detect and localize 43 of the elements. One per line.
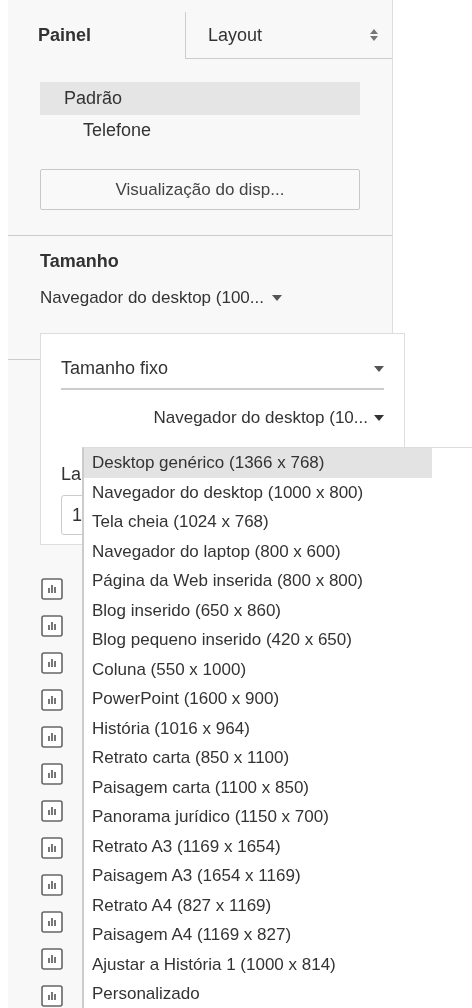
menu-item[interactable]: Página da Web inserida (800 x 800) bbox=[84, 566, 382, 596]
bar-chart-icon bbox=[41, 874, 63, 896]
preset-dropdown[interactable]: Navegador do desktop (10... bbox=[61, 408, 384, 428]
caret-icon bbox=[374, 415, 384, 421]
menu-item[interactable]: Personalizado bbox=[84, 979, 382, 1008]
menu-item[interactable]: Blog pequeno inserido (420 x 650) bbox=[84, 625, 382, 655]
menu-item[interactable]: Desktop genérico (1366 x 768) bbox=[84, 448, 432, 478]
menu-item[interactable]: Retrato A3 (1169 x 1654) bbox=[84, 831, 382, 861]
menu-item[interactable]: Navegador do laptop (800 x 600) bbox=[84, 536, 382, 566]
bar-chart-icon bbox=[41, 800, 63, 822]
section-title: Tamanho bbox=[40, 251, 119, 272]
menu-item[interactable]: História (1016 x 964) bbox=[84, 713, 382, 743]
bar-chart-icon bbox=[41, 726, 63, 748]
device-preview-button[interactable]: Visualização do disp... bbox=[40, 169, 360, 210]
menu-item[interactable]: Blog inserido (650 x 860) bbox=[84, 595, 382, 625]
tab[interactable]: Layout bbox=[185, 12, 392, 59]
bar-chart-icon bbox=[41, 763, 63, 785]
menu-item[interactable]: Panorama jurídico (1150 x 700) bbox=[84, 802, 382, 832]
caret-icon bbox=[272, 295, 282, 301]
device-item[interactable]: Padrão bbox=[40, 82, 360, 115]
bar-chart-icon bbox=[41, 652, 63, 674]
menu-item[interactable]: Ajustar a História 1 (1000 x 814) bbox=[84, 949, 382, 979]
menu-item[interactable]: Paisagem carta (1100 x 850) bbox=[84, 772, 382, 802]
menu-item[interactable]: PowerPoint (1600 x 900) bbox=[84, 684, 382, 714]
bar-chart-icon bbox=[41, 911, 63, 933]
menu-item[interactable]: Retrato carta (850 x 1100) bbox=[84, 743, 382, 773]
menu-item[interactable]: Retrato A4 (827 x 1169) bbox=[84, 890, 382, 920]
device-item[interactable]: Telefone bbox=[40, 115, 360, 145]
sort-icon bbox=[370, 29, 378, 41]
bar-chart-icon bbox=[41, 948, 63, 970]
menu-item[interactable]: Paisagem A3 (1654 x 1169) bbox=[84, 861, 382, 891]
bar-chart-icon bbox=[41, 689, 63, 711]
menu-item[interactable]: Paisagem A4 (1169 x 827) bbox=[84, 920, 382, 950]
size-mode-dropdown[interactable]: Tamanho fixo bbox=[61, 358, 384, 390]
menu-item[interactable]: Tela cheia (1024 x 768) bbox=[84, 507, 382, 537]
menu-item[interactable]: Navegador do desktop (1000 x 800) bbox=[84, 477, 382, 507]
bar-chart-icon bbox=[41, 837, 63, 859]
width-label: La bbox=[61, 464, 82, 485]
bar-chart-icon bbox=[41, 615, 63, 637]
bar-chart-icon bbox=[41, 578, 63, 600]
menu-item[interactable]: Coluna (550 x 1000) bbox=[84, 654, 382, 684]
caret-icon bbox=[374, 365, 384, 372]
size-dropdown[interactable]: Navegador do desktop (100... bbox=[40, 288, 360, 308]
